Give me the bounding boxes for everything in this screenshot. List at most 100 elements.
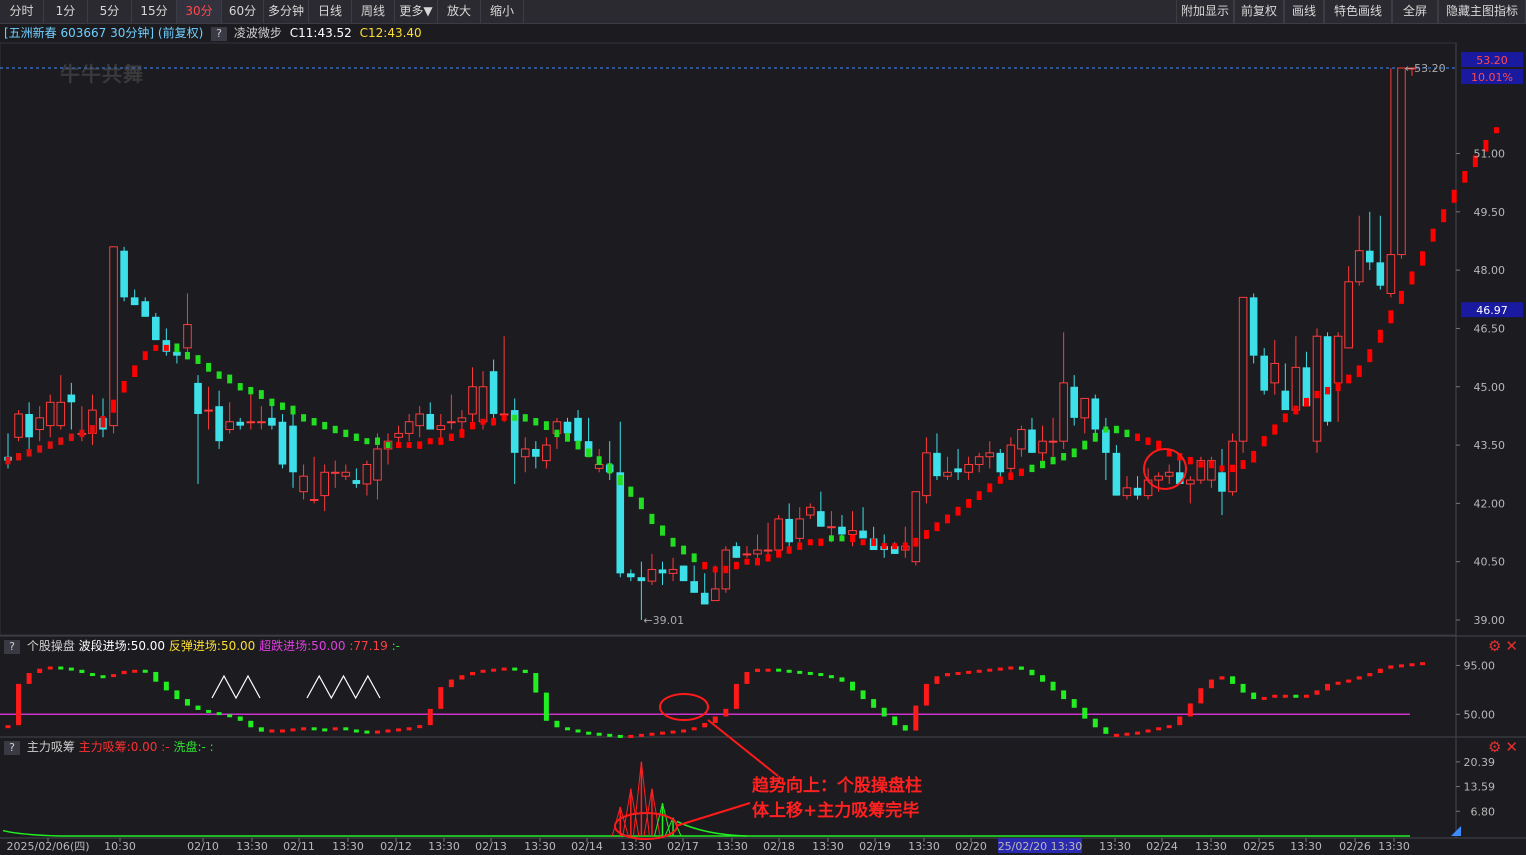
close-icon[interactable]: ✕ <box>1505 738 1518 756</box>
toolbar-button-5[interactable]: 60分 <box>222 0 264 23</box>
candle-body <box>478 386 488 423</box>
candle-body <box>1397 67 1406 256</box>
trend-dot <box>5 456 11 465</box>
candle-body <box>1291 366 1301 411</box>
gear-icon[interactable]: ⚙ <box>1488 637 1501 655</box>
indicator-bar <box>923 683 929 706</box>
indicator-bar <box>807 671 813 675</box>
time-axis: 2025/02/06(四) 10:30 02/10 13:30 02/11 13:30 02… <box>7 838 1410 853</box>
stock-title[interactable]: [五洲新春 603667 30分钟] (前复权) <box>4 26 203 40</box>
indicator-bar <box>79 669 85 674</box>
trend-dot <box>913 537 919 547</box>
trend-dot <box>47 441 53 449</box>
indicator-bar <box>881 707 887 717</box>
x-tick-label: 13:30 <box>812 840 844 853</box>
indicator-bar <box>237 716 243 721</box>
y-tick-label: 39.00 <box>1474 614 1506 627</box>
indicator-name[interactable]: 凌波微步 <box>234 26 282 40</box>
toolbar-right-button-2[interactable]: 画线 <box>1284 0 1324 23</box>
x-tick-label: 13:30 <box>1290 840 1322 853</box>
toolbar-right-button-3[interactable]: 特色画线 <box>1324 0 1392 23</box>
trend-dot <box>955 506 961 516</box>
candle-body <box>520 448 530 458</box>
toolbar-button-6[interactable]: 多分钟 <box>264 0 309 23</box>
trend-dot <box>301 414 307 422</box>
x-tick-label: 02/26 <box>1339 840 1371 853</box>
circle-mark-ind1 <box>659 693 709 721</box>
toolbar-button-0[interactable]: 分时 <box>0 0 44 23</box>
trend-dot <box>860 539 866 546</box>
trend-dot <box>543 421 549 431</box>
indicator-bar <box>892 716 898 726</box>
toolbar-right-button-0[interactable]: 附加显示 <box>1176 0 1234 23</box>
toolbar-button-11[interactable]: 缩小 <box>481 0 524 23</box>
ind1-field1: 波段进场:50.00 <box>78 639 166 653</box>
candle-body <box>436 425 446 431</box>
trend-dot <box>311 418 317 426</box>
candle-body <box>141 301 150 317</box>
trend-dot <box>258 390 264 399</box>
indicator-1-header: ? 个股操盘 波段进场:50.00 反弹进场:50.00 超跌进场:50.00 … <box>0 638 400 654</box>
toolbar-button-10[interactable]: 放大 <box>438 0 481 23</box>
indicator-bar <box>279 729 285 733</box>
toolbar-right-button-5[interactable]: 隐藏主图指标 <box>1438 0 1526 23</box>
candle-body <box>996 452 1005 473</box>
toolbar-button-8[interactable]: 周线 <box>352 0 395 23</box>
indicator-bar <box>448 679 454 688</box>
toolbar-right-button-4[interactable]: 全屏 <box>1392 0 1438 23</box>
gear-icon[interactable]: ⚙ <box>1488 738 1501 756</box>
indicator-bar <box>1029 669 1035 676</box>
candlestick-series: ←53.20 ←39.01 <box>4 62 1446 627</box>
zigzag-mark <box>211 674 261 700</box>
toolbar-right-button-1[interactable]: 前复权 <box>1234 0 1284 23</box>
trend-dot <box>723 565 729 574</box>
chart-canvas[interactable]: ←53.20 ←39.01 39.00 40.50 42.00 43.50 45.00 46… <box>0 0 1526 855</box>
candle-body <box>1070 386 1078 418</box>
trend-dot <box>786 546 792 554</box>
candle-body <box>268 417 276 426</box>
close-icon[interactable]: ✕ <box>1505 637 1518 655</box>
toolbar-button-7[interactable]: 日线 <box>309 0 352 23</box>
candle-body <box>236 421 245 426</box>
toolbar-button-3[interactable]: 15分 <box>132 0 177 23</box>
candle-body <box>922 452 931 497</box>
candle-body <box>911 491 921 563</box>
indicator-bar <box>132 669 138 673</box>
help-icon[interactable]: ? <box>211 26 228 41</box>
trend-dot <box>1156 440 1162 450</box>
help-icon[interactable]: ? <box>4 740 20 755</box>
x-tick-label: 13:30 <box>620 840 652 853</box>
indicator-bar <box>47 666 53 670</box>
trend-dot <box>1261 436 1267 447</box>
candle-body <box>710 588 720 602</box>
trend-dot <box>712 566 718 573</box>
candle-body <box>616 472 625 574</box>
trend-dot <box>343 429 349 438</box>
trend-dot <box>1367 349 1373 363</box>
ind2-title[interactable]: 主力吸筹 <box>27 740 75 754</box>
help-icon[interactable]: ? <box>4 639 20 654</box>
toolbar-button-1[interactable]: 1分 <box>44 0 88 23</box>
candle-body <box>404 421 414 434</box>
candle-body <box>753 549 762 555</box>
x-tick-label: 02/11 <box>283 840 315 853</box>
candle-body <box>1249 297 1258 356</box>
toolbar-button-4[interactable]: 30分 <box>177 0 222 23</box>
candle-body <box>848 530 857 535</box>
indicator-bar <box>332 727 338 731</box>
indicator-bar <box>1187 703 1193 717</box>
toolbar-button-2[interactable]: 5分 <box>88 0 132 23</box>
indicator-bar <box>16 683 22 726</box>
toolbar-button-9[interactable]: 更多▼ <box>395 0 438 23</box>
indicator-bar <box>26 673 32 684</box>
trend-dot <box>491 418 497 426</box>
candle-body <box>257 421 266 424</box>
indicator-bar <box>860 690 866 700</box>
indicator-bar <box>1061 690 1067 700</box>
trend-dot <box>1113 425 1119 434</box>
indicator-bar <box>1135 731 1141 735</box>
ind1-title[interactable]: 个股操盘 <box>27 639 75 653</box>
annotation-line-2: 体上移+主力吸筹完毕 <box>752 801 920 821</box>
trend-dot <box>459 429 465 438</box>
trend-dot <box>1198 461 1204 468</box>
